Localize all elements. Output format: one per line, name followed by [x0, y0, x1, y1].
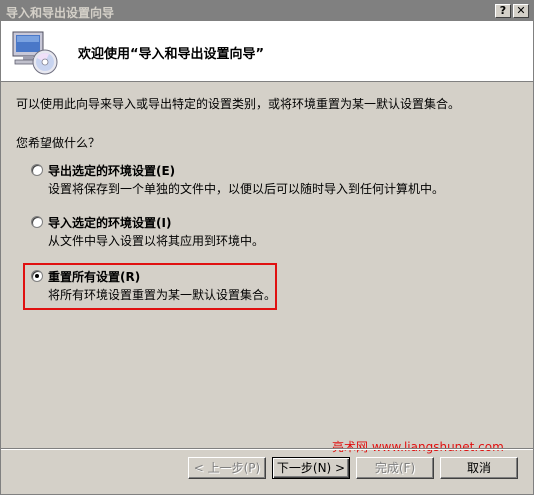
next-button[interactable]: 下一步(N) > — [272, 457, 350, 479]
intro-text: 可以使用此向导来导入或导出特定的设置类别，或将环境重置为某一默认设置集合。 — [16, 97, 461, 111]
back-button[interactable]: < 上一步(P) — [188, 457, 266, 479]
cancel-button[interactable]: 取消 — [440, 457, 518, 479]
footer-divider — [1, 448, 533, 450]
title-bar[interactable]: 导入和导出设置向导 ? ✕ — [1, 1, 533, 21]
reset-radio[interactable] — [31, 270, 43, 282]
export-description: 设置将保存到一个单独的文件中，以便以后可以随时导入到任何计算机中。 — [48, 182, 445, 196]
window-title: 导入和导出设置向导 — [6, 6, 115, 20]
computer-cd-icon — [12, 31, 58, 75]
reset-description: 将所有环境设置重置为某一默认设置集合。 — [48, 288, 277, 302]
help-icon: ? — [499, 4, 507, 17]
question-label: 您希望做什么？ — [16, 136, 101, 150]
wizard-window: 导入和导出设置向导 ? ✕ 欢迎使用“导入和导出设置向导” 可以使用此向导来导入… — [0, 0, 534, 495]
watermark: 亮术网 www.liangshunet.com — [332, 440, 504, 454]
help-button[interactable]: ? — [495, 4, 511, 18]
import-description: 从文件中导入设置以将其应用到环境中。 — [48, 234, 265, 248]
wizard-heading: 欢迎使用“导入和导出设置向导” — [78, 47, 265, 62]
reset-label[interactable]: 重置所有设置(R) — [48, 268, 140, 285]
import-label[interactable]: 导入选定的环境设置(I) — [48, 214, 171, 231]
close-icon: ✕ — [516, 4, 526, 17]
import-radio[interactable] — [31, 216, 43, 228]
close-button[interactable]: ✕ — [513, 4, 529, 18]
finish-button[interactable]: 完成(F) — [356, 457, 434, 479]
wizard-header: 欢迎使用“导入和导出设置向导” — [1, 21, 533, 82]
export-label[interactable]: 导出选定的环境设置(E) — [48, 162, 175, 179]
export-radio[interactable] — [31, 164, 43, 176]
